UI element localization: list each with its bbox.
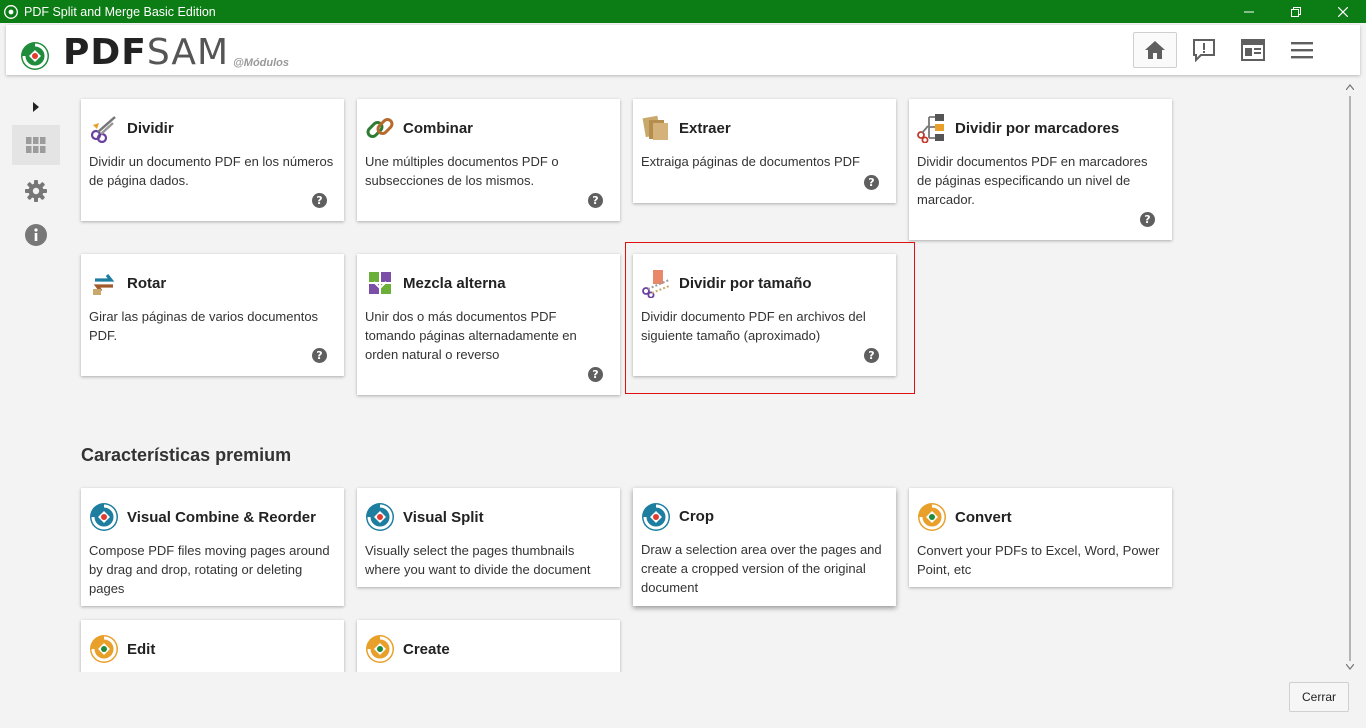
- pdfsam-orange-icon: [90, 635, 118, 663]
- brand-name-light: SAM: [146, 32, 230, 73]
- premium-card-visual-combine[interactable]: Visual Combine & Reorder Compose PDF fil…: [81, 488, 344, 606]
- module-title: Dividir: [127, 120, 174, 137]
- premium-title: Visual Combine & Reorder: [127, 509, 316, 526]
- sidebar-expand-toggle[interactable]: [12, 97, 60, 117]
- extract-pages-icon: [642, 115, 668, 140]
- cerrar-button[interactable]: Cerrar: [1289, 682, 1349, 712]
- caret-right-icon: [33, 102, 39, 112]
- help-icon[interactable]: ?: [588, 193, 603, 208]
- pdfsam-blue-icon: [90, 503, 118, 531]
- app-header: PDF SAM @Módulos: [6, 25, 1360, 75]
- premium-title: Create: [403, 641, 450, 658]
- pdfsam-blue-icon: [642, 503, 670, 531]
- close-window-button[interactable]: [1319, 0, 1366, 23]
- alternate-mix-icon: [369, 272, 391, 294]
- brand-name-bold: PDF: [63, 32, 147, 73]
- news-button[interactable]: [1231, 32, 1275, 68]
- window-title: PDF Split and Merge Basic Edition: [24, 4, 216, 19]
- news-icon: [1241, 39, 1265, 61]
- module-card-dividir-por-marcadores[interactable]: Dividir por marcadores Dividir documento…: [909, 99, 1172, 240]
- premium-description: Visually select the pages thumbnails whe…: [365, 543, 591, 577]
- app-icon: [4, 4, 18, 19]
- restore-button[interactable]: [1272, 0, 1319, 23]
- close-icon: [1337, 6, 1348, 17]
- modules-grid-icon: [26, 137, 46, 153]
- help-icon[interactable]: ?: [588, 367, 603, 382]
- pdfsam-logo-icon: [21, 42, 49, 70]
- scroll-down-icon: [1346, 664, 1354, 670]
- hamburger-menu-icon: [1291, 42, 1313, 59]
- premium-card-crop[interactable]: Crop Draw a selection area over the page…: [633, 488, 896, 606]
- premium-card-convert[interactable]: Convert Convert your PDFs to Excel, Word…: [909, 488, 1172, 587]
- pdfsam-orange-icon: [366, 635, 394, 663]
- module-title: Combinar: [403, 120, 474, 137]
- premium-description: Compose PDF files moving pages around by…: [89, 543, 330, 596]
- module-title: Extraer: [679, 120, 731, 137]
- minimize-icon: [1243, 11, 1254, 12]
- vertical-scrollbar[interactable]: [1344, 84, 1356, 674]
- pdfsam-blue-icon: [366, 503, 394, 531]
- module-title: Mezcla alterna: [403, 275, 506, 292]
- help-icon[interactable]: ?: [864, 175, 879, 190]
- premium-title: Edit: [127, 641, 156, 658]
- module-description: Dividir un documento PDF en los números …: [89, 154, 334, 188]
- module-title: Dividir por marcadores: [955, 120, 1120, 137]
- scissors-icon: [90, 116, 116, 143]
- module-card-mezcla-alterna[interactable]: Mezcla alterna Unir dos o más documentos…: [357, 254, 620, 395]
- module-card-dividir[interactable]: Dividir Dividir un documento PDF en los …: [81, 99, 344, 221]
- home-button[interactable]: [1133, 32, 1177, 68]
- premium-card-visual-split[interactable]: Visual Split Visually select the pages t…: [357, 488, 620, 587]
- pdfsam-orange-icon: [918, 503, 946, 531]
- premium-title: Visual Split: [403, 509, 484, 526]
- bookmark-tree-icon: [917, 114, 944, 143]
- info-icon: [25, 224, 47, 246]
- window-titlebar: PDF Split and Merge Basic Edition: [0, 0, 1366, 23]
- sidebar-item-modules[interactable]: [12, 125, 60, 165]
- scroll-up-icon: [1346, 84, 1354, 90]
- feedback-button[interactable]: [1182, 32, 1226, 68]
- premium-title: Convert: [955, 509, 1012, 526]
- module-title: Rotar: [127, 275, 167, 292]
- gear-icon: [25, 180, 47, 202]
- feedback-icon: [1193, 39, 1215, 62]
- module-description: Extraiga páginas de documentos PDF: [641, 154, 860, 169]
- premium-description: Draw a selection area over the pages and…: [641, 542, 882, 595]
- home-icon: [1145, 41, 1165, 59]
- brand-subtitle: @Módulos: [233, 57, 290, 69]
- menu-button[interactable]: [1280, 32, 1324, 68]
- help-icon[interactable]: ?: [312, 348, 327, 363]
- footer-area: [0, 672, 1340, 728]
- sidebar-item-settings[interactable]: [12, 178, 60, 204]
- scroll-thumb[interactable]: [1349, 96, 1351, 661]
- module-description: Une múltiples documentos PDF o subseccio…: [365, 154, 559, 188]
- minimize-button[interactable]: [1225, 0, 1272, 23]
- help-icon[interactable]: ?: [1140, 212, 1155, 227]
- premium-section-title: Características premium: [81, 445, 292, 465]
- module-card-combinar[interactable]: Combinar Une múltiples documentos PDF o …: [357, 99, 620, 221]
- brand-logo: PDF SAM @Módulos: [20, 35, 289, 71]
- chain-link-icon: [366, 118, 394, 138]
- selection-highlight: [625, 242, 915, 394]
- rotate-icon: [93, 274, 115, 295]
- module-description: Dividir documentos PDF en marcadores de …: [917, 154, 1148, 207]
- restore-icon: [1290, 6, 1301, 17]
- premium-title: Crop: [679, 508, 714, 525]
- module-description: Girar las páginas de varios documentos P…: [89, 309, 319, 343]
- module-card-rotar[interactable]: Rotar Girar las páginas de varios docume…: [81, 254, 344, 376]
- sidebar-item-about[interactable]: [12, 222, 60, 248]
- premium-description: Convert your PDFs to Excel, Word, Power …: [917, 543, 1160, 577]
- module-description: Unir dos o más documentos PDF tomando pá…: [365, 309, 577, 362]
- help-icon[interactable]: ?: [312, 193, 327, 208]
- module-card-extraer[interactable]: Extraer Extraiga páginas de documentos P…: [633, 99, 896, 203]
